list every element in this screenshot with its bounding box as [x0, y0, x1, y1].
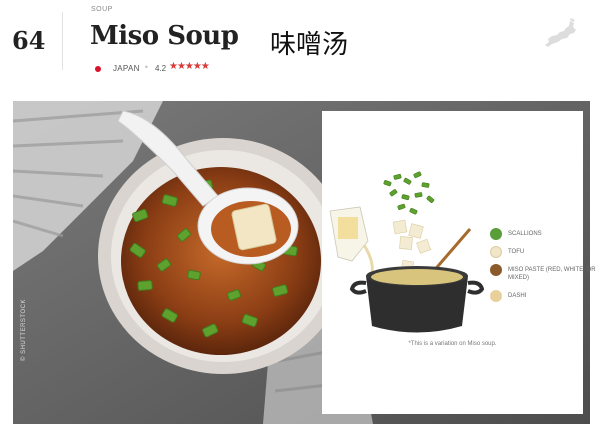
category-label[interactable]: SOUP [91, 6, 113, 13]
meta-separator: • [144, 63, 149, 72]
legend-label: TOFU [508, 249, 525, 255]
variation-note: *This is a variation on Miso soup. [408, 341, 497, 347]
legend-label: DASHI [508, 293, 527, 299]
rank-number: 64 [12, 26, 46, 55]
pot-illustration [329, 171, 485, 333]
dashi-swatch-icon [490, 290, 502, 302]
tofu-swatch-icon [490, 246, 502, 258]
japan-flag-icon [95, 66, 101, 72]
dish-title[interactable]: Miso Soup [90, 21, 239, 51]
legend-label: MISO PASTE (RED, WHITE, OR MIXED) [508, 267, 596, 281]
scallions-swatch-icon [490, 228, 502, 240]
rating-value: 4.2 [155, 64, 167, 73]
wechat-icon [421, 394, 445, 412]
wechat-watermark: 微信号: kanxinjiapo [420, 394, 590, 414]
dish-header: 64 SOUP Miso Soup 味噌汤 JAPAN • 4.2 ★★★★★ [0, 0, 601, 88]
photo-credit: © SHUTTERSTOCK [21, 299, 27, 361]
miso-paste-swatch-icon [490, 264, 502, 276]
chinese-title: 味噌汤 [270, 30, 349, 60]
japan-map-icon[interactable] [540, 18, 580, 50]
rating-stars[interactable]: ★★★★★ [169, 61, 210, 72]
watermark-text: 微信号: kanxinjiapo [452, 398, 565, 412]
header-divider [62, 12, 63, 70]
country-link[interactable]: JAPAN [113, 64, 140, 73]
legend-label: SCALLIONS [508, 231, 542, 237]
ingredients-card: SCALLIONS TOFU MISO PASTE (RED, WHITE, O… [322, 111, 596, 414]
